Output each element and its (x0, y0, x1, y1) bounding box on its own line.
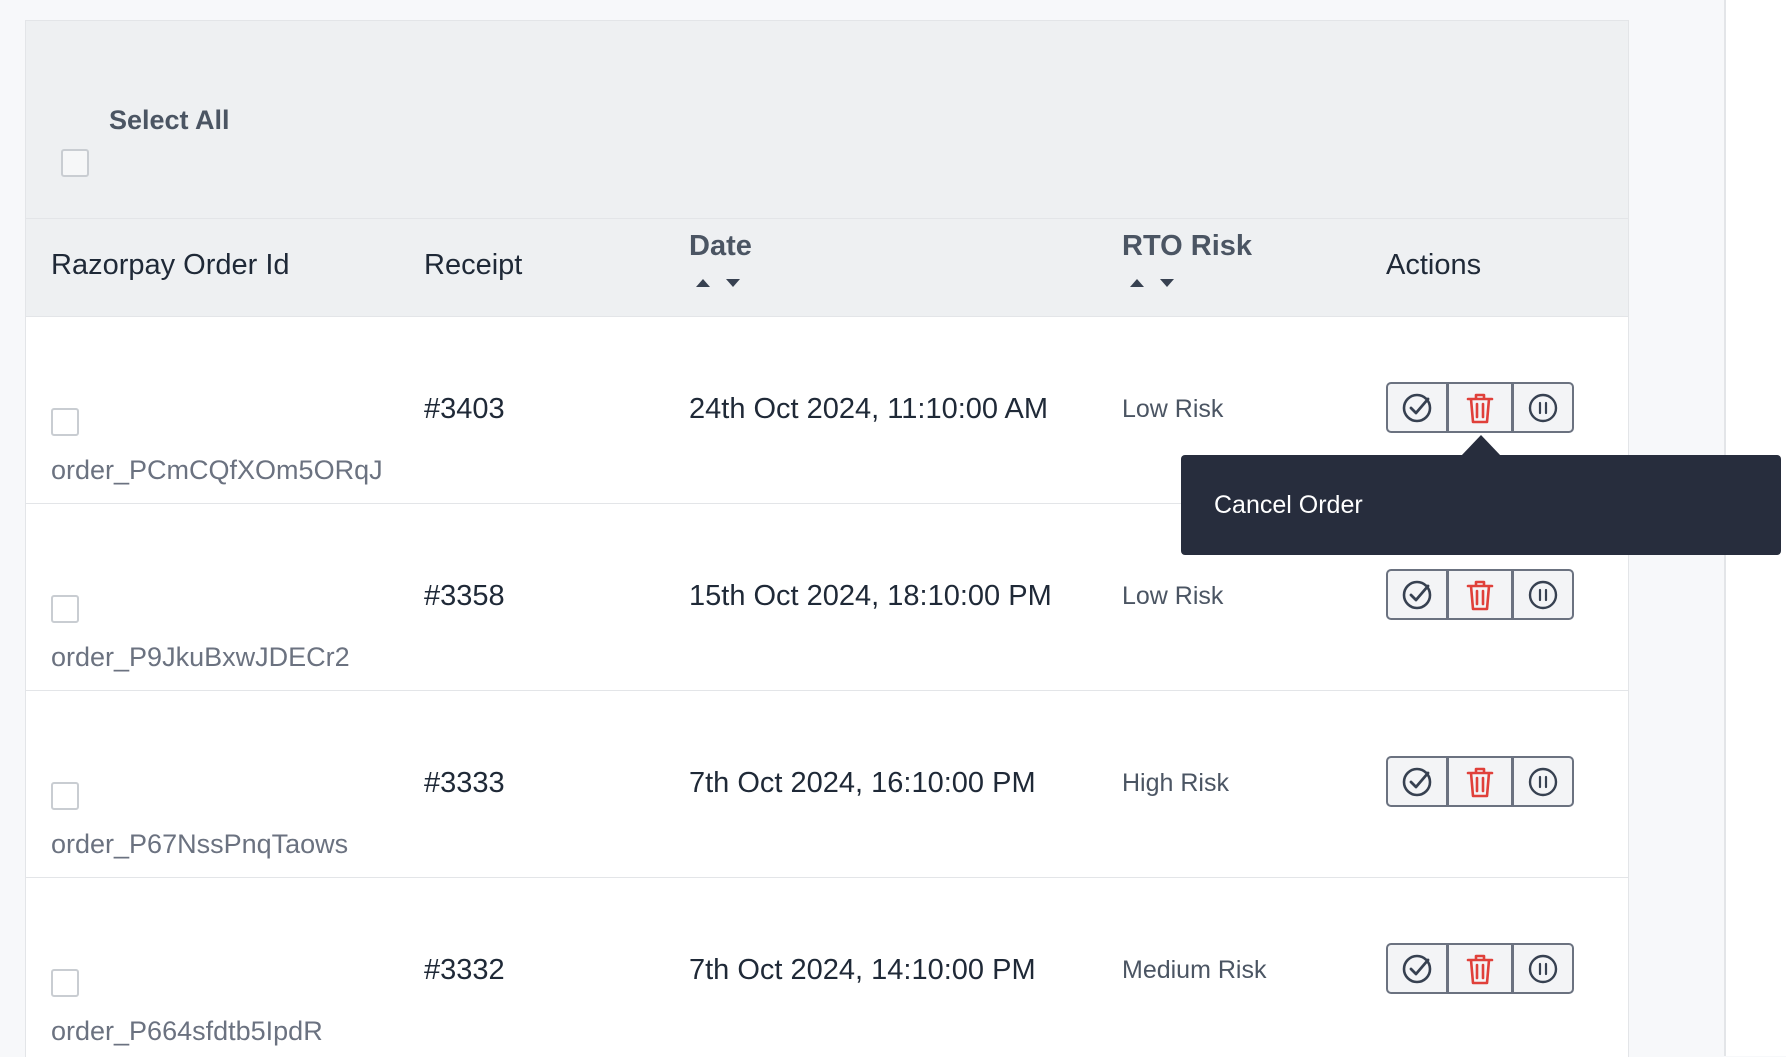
cancel-order-button[interactable] (1447, 943, 1513, 994)
column-header-order-id: Razorpay Order Id (51, 249, 290, 281)
approve-order-button[interactable] (1386, 569, 1448, 620)
pause-circle-icon (1528, 393, 1558, 422)
approve-order-button[interactable] (1386, 943, 1448, 994)
receipt: #3333 (424, 767, 505, 799)
order-date: 7th Oct 2024, 16:10:00 PM (689, 767, 1036, 799)
tooltip-text: Cancel Order (1214, 491, 1363, 519)
order-id: order_P664sfdtb5IpdR (51, 1016, 323, 1046)
check-circle-icon (1402, 954, 1432, 983)
hold-order-button[interactable] (1512, 382, 1574, 433)
row-actions (1386, 569, 1574, 620)
row-checkbox[interactable] (51, 595, 79, 623)
rto-risk: High Risk (1122, 769, 1229, 797)
pause-circle-icon (1528, 580, 1558, 609)
hold-order-button[interactable] (1512, 756, 1574, 807)
row-checkbox[interactable] (51, 782, 79, 810)
sort-ascending-icon[interactable] (1130, 279, 1144, 287)
trash-icon (1466, 393, 1494, 423)
table-row: order_P67NssPnqTaows #3333 7th Oct 2024,… (26, 691, 1628, 878)
pause-circle-icon (1528, 954, 1558, 983)
receipt: #3358 (424, 580, 505, 612)
approve-order-button[interactable] (1386, 382, 1448, 433)
approve-order-button[interactable] (1386, 756, 1448, 807)
check-circle-icon (1402, 767, 1432, 796)
date-sort-control[interactable] (696, 279, 740, 287)
select-all-checkbox[interactable] (61, 149, 89, 177)
rto-risk: Medium Risk (1122, 956, 1267, 984)
hold-order-button[interactable] (1512, 943, 1574, 994)
order-date: 15th Oct 2024, 18:10:00 PM (689, 580, 1052, 612)
order-id: order_P67NssPnqTaows (51, 829, 349, 859)
order-date: 24th Oct 2024, 11:10:00 AM (689, 393, 1048, 425)
order-id: order_PCmCQfXOm5ORqJ (51, 455, 383, 485)
sort-descending-icon[interactable] (726, 279, 740, 287)
trash-icon (1466, 767, 1494, 797)
receipt: #3403 (424, 393, 505, 425)
order-id: order_P9JkuBxwJDECr2 (51, 642, 350, 672)
trash-icon (1466, 954, 1494, 984)
select-all-label: Select All (109, 105, 230, 135)
check-circle-icon (1402, 580, 1432, 609)
row-actions (1386, 943, 1574, 994)
sort-ascending-icon[interactable] (696, 279, 710, 287)
rto-risk: Low Risk (1122, 582, 1224, 610)
row-actions (1386, 756, 1574, 807)
receipt: #3332 (424, 954, 505, 986)
row-checkbox[interactable] (51, 408, 79, 436)
pause-circle-icon (1528, 767, 1558, 796)
hold-order-button[interactable] (1512, 569, 1574, 620)
cancel-order-button[interactable] (1447, 756, 1513, 807)
sort-descending-icon[interactable] (1160, 279, 1174, 287)
trash-icon (1466, 580, 1494, 610)
cancel-order-button[interactable] (1447, 569, 1513, 620)
column-header-date[interactable]: Date (689, 230, 752, 263)
rto-risk: Low Risk (1122, 395, 1224, 423)
column-header-actions: Actions (1386, 249, 1482, 281)
column-header-rto-risk[interactable]: RTO Risk (1122, 230, 1252, 263)
cancel-order-tooltip: Cancel Order (1181, 455, 1781, 555)
tooltip-arrow (1461, 435, 1501, 456)
check-circle-icon (1402, 393, 1432, 422)
select-all-bar: Select All (26, 21, 1628, 219)
order-date: 7th Oct 2024, 14:10:00 PM (689, 954, 1036, 986)
cancel-order-button[interactable] (1447, 382, 1513, 433)
table-header: Razorpay Order Id Receipt Date RTO Risk … (26, 219, 1628, 317)
column-header-receipt: Receipt (424, 249, 523, 281)
row-actions (1386, 382, 1574, 433)
table-row: order_P664sfdtb5IpdR #3332 7th Oct 2024,… (26, 878, 1628, 1057)
row-checkbox[interactable] (51, 969, 79, 997)
rto-risk-sort-control[interactable] (1130, 279, 1174, 287)
